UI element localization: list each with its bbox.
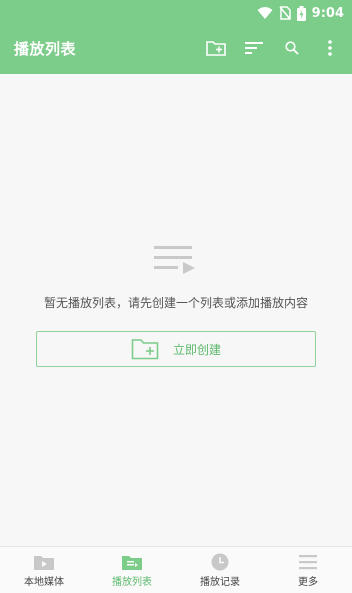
tab-label: 播放记录 <box>200 577 240 588</box>
tab-label: 播放列表 <box>112 577 152 588</box>
app-bar: 9:04 播放列表 <box>0 0 352 74</box>
add-folder-icon <box>131 339 159 360</box>
search-button[interactable] <box>280 36 304 60</box>
more-button[interactable] <box>318 36 342 60</box>
playlist-folder-icon <box>122 556 142 570</box>
menu-icon <box>299 555 317 570</box>
tab-local-media[interactable]: 本地媒体 <box>0 547 88 593</box>
tab-more[interactable]: 更多 <box>264 547 352 593</box>
battery-icon <box>296 5 306 21</box>
page-title: 播放列表 <box>14 40 77 58</box>
playlist-icon <box>154 246 195 274</box>
folder-play-icon <box>34 556 54 570</box>
create-now-button[interactable]: 立即创建 <box>36 331 316 367</box>
new-folder-button[interactable] <box>204 36 228 60</box>
status-bar: 9:04 <box>257 4 344 22</box>
new-folder-icon <box>206 41 226 56</box>
clock-icon <box>211 553 229 571</box>
toolbar-actions <box>204 36 342 60</box>
tab-playlist[interactable]: 播放列表 <box>88 547 176 593</box>
sort-icon <box>245 42 263 54</box>
bottom-nav: 本地媒体 播放列表 播放记录 更多 <box>0 546 352 593</box>
no-sim-icon <box>279 6 291 20</box>
sort-button[interactable] <box>242 36 266 60</box>
clock-time: 9:04 <box>311 5 344 21</box>
search-icon <box>285 41 299 55</box>
tab-label: 本地媒体 <box>24 577 64 588</box>
empty-message: 暂无播放列表，请先创建一个列表或添加播放内容 <box>43 296 308 310</box>
tab-label: 更多 <box>298 577 318 588</box>
more-vert-icon <box>328 40 332 56</box>
empty-state: 暂无播放列表，请先创建一个列表或添加播放内容 <box>0 240 352 311</box>
tab-history[interactable]: 播放记录 <box>176 547 264 593</box>
wifi-icon <box>257 7 273 19</box>
create-now-label: 立即创建 <box>172 342 221 357</box>
